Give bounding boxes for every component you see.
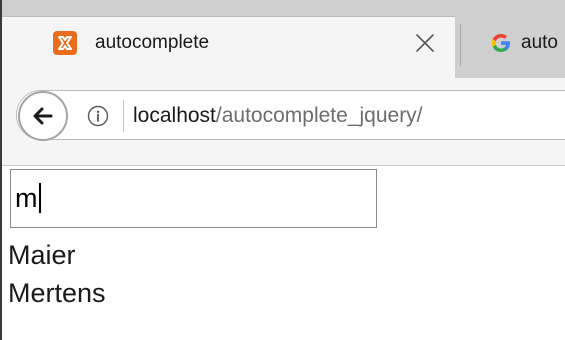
address-separator bbox=[123, 100, 124, 132]
url-text[interactable]: localhost/autocomplete_jquery/ bbox=[133, 103, 423, 129]
page-content: m Maier Mertens bbox=[2, 166, 565, 340]
text-caret bbox=[38, 183, 41, 213]
navigation-bar: localhost/autocomplete_jquery/ bbox=[2, 78, 565, 166]
tab-title: autocomplete bbox=[95, 32, 210, 53]
url-path: /autocomplete_jquery/ bbox=[215, 104, 423, 127]
browser-window: autocomplete auto localhost/autocomplete… bbox=[0, 0, 565, 340]
url-host: localhost bbox=[133, 104, 216, 127]
search-input-value: m bbox=[15, 182, 41, 214]
arrow-left-icon bbox=[33, 107, 53, 125]
autocomplete-suggestions: Maier Mertens bbox=[8, 236, 106, 312]
tab-strip: autocomplete auto bbox=[2, 0, 565, 79]
suggestion-item[interactable]: Maier bbox=[8, 236, 106, 274]
google-icon[interactable] bbox=[489, 31, 513, 55]
tab-title[interactable]: auto bbox=[521, 31, 558, 55]
info-icon[interactable] bbox=[87, 105, 109, 127]
close-tab-icon[interactable] bbox=[412, 30, 438, 56]
suggestion-item[interactable]: Mertens bbox=[8, 274, 106, 312]
back-button[interactable] bbox=[18, 91, 68, 141]
xampp-icon bbox=[53, 31, 77, 55]
tab-separator bbox=[460, 24, 461, 66]
search-input[interactable]: m bbox=[10, 169, 377, 228]
search-text: m bbox=[15, 183, 38, 213]
